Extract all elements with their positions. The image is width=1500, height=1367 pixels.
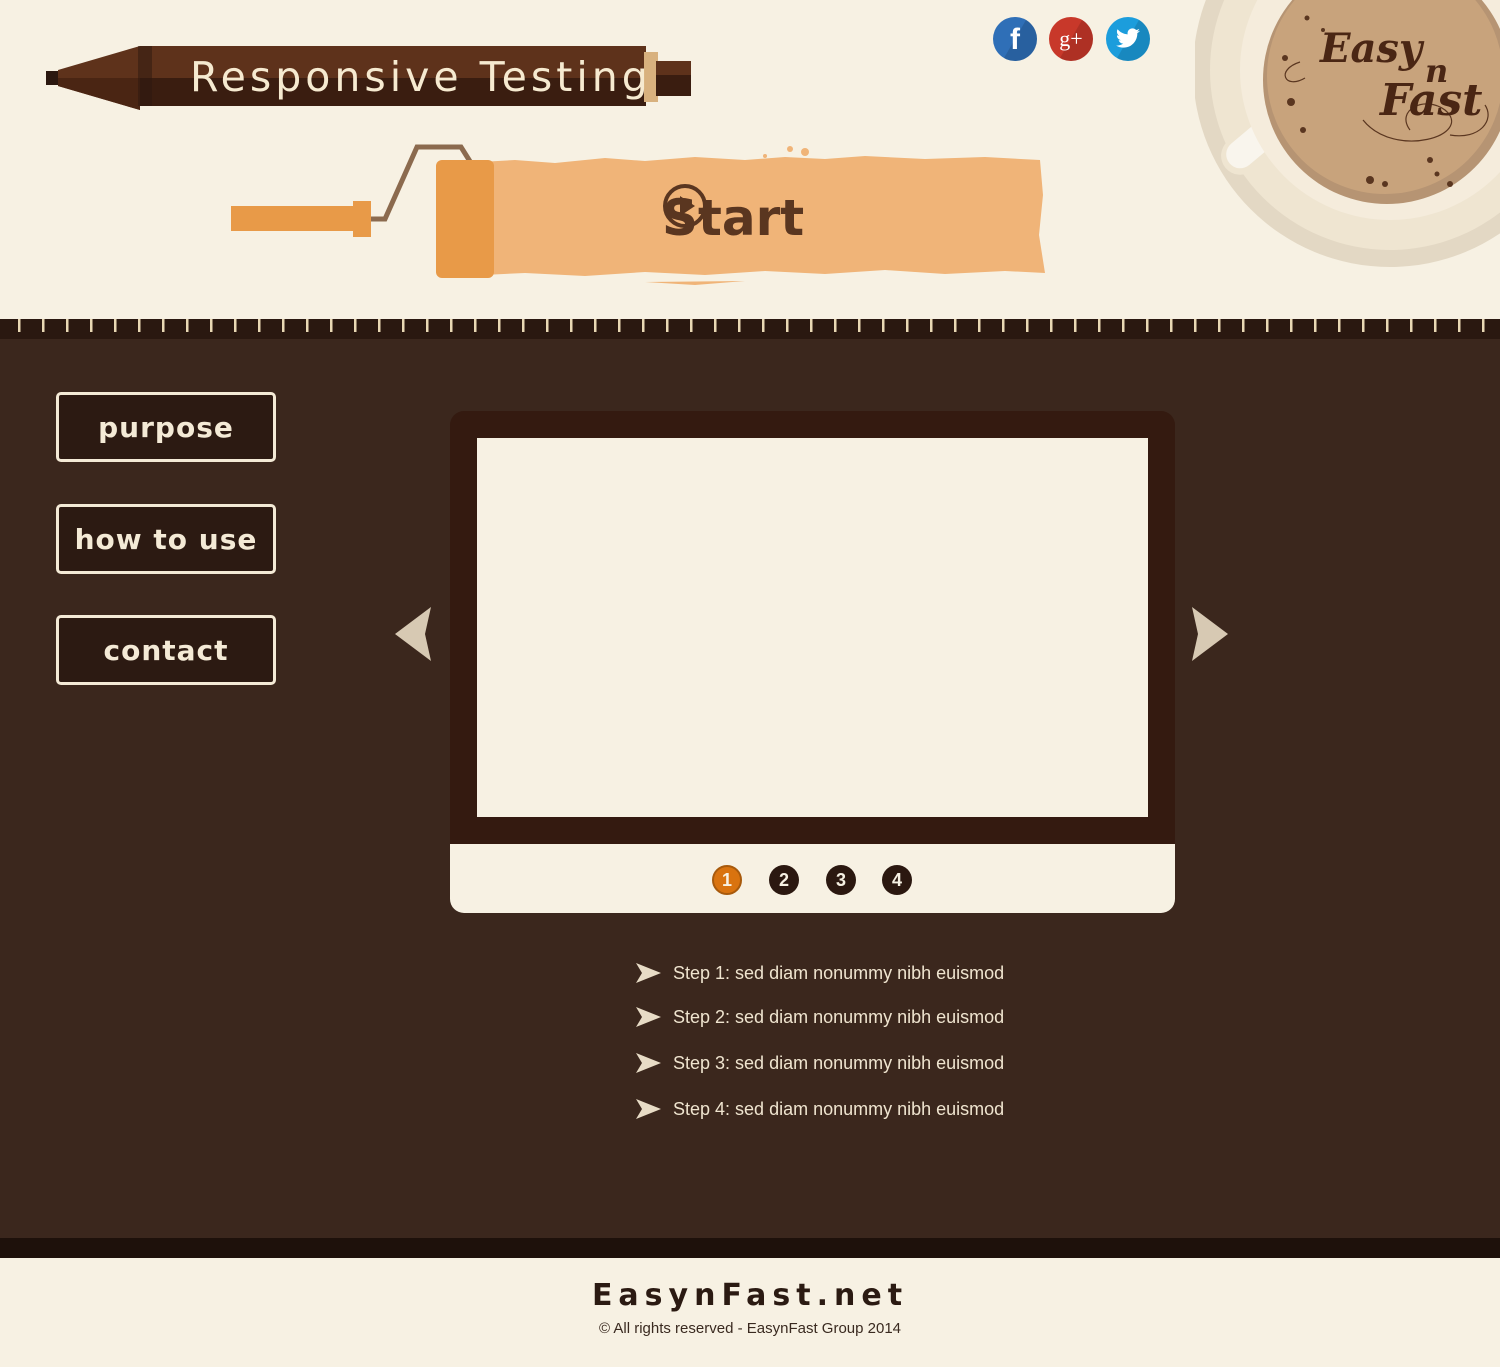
ruler-ticks (0, 319, 1500, 332)
facebook-icon: f (1010, 23, 1020, 56)
footer-site-name: EasynFast.net (591, 1278, 909, 1313)
slider-dot-1[interactable]: 1 (712, 865, 742, 895)
easynfast-logo: Easy n Fast (1195, 0, 1500, 280)
footer-divider (0, 1238, 1500, 1258)
step-text: Step 1: sed diam nonummy nibh euismod (673, 962, 1005, 983)
start-button[interactable]: Start (662, 183, 882, 253)
triangle-right-icon[interactable] (1190, 605, 1230, 663)
play-circle-icon (663, 184, 707, 228)
google-plus-icon: g+ (1059, 26, 1083, 51)
list-item: Step 2: sed diam nonummy nibh euismod (636, 1003, 1004, 1031)
list-item: Step 1: sed diam nonummy nibh euismod (636, 959, 1004, 987)
coffee-cup-icon: Easy n Fast (1195, 0, 1500, 267)
step-text: Step 3: sed diam nonummy nibh euismod (673, 1052, 1005, 1073)
page-title: Responsive Testing (190, 53, 652, 101)
nav-contact-button[interactable]: contact (56, 615, 276, 685)
google-plus-button[interactable]: g+ (1049, 17, 1093, 61)
arrow-bullet-icon (636, 1053, 661, 1073)
arrow-bullet-icon (636, 1099, 661, 1119)
slider-dot-3[interactable]: 3 (826, 865, 856, 895)
list-item: Step 3: sed diam nonummy nibh euismod (636, 1049, 1004, 1077)
nav-purpose-button[interactable]: purpose (56, 392, 276, 462)
ruler-divider (0, 319, 1500, 339)
footer-copyright: © All rights reserved - EasynFast Group … (598, 1320, 902, 1337)
header: Responsive Testing Start f g+ Easy n Fas… (0, 0, 1500, 320)
slider-pagination: 1 2 3 4 (450, 844, 1175, 913)
slider-dot-4[interactable]: 4 (882, 865, 912, 895)
facebook-button[interactable]: f (993, 17, 1037, 61)
nav-contact-label: contact (103, 633, 229, 667)
pen-title-banner: Responsive Testing (40, 40, 700, 120)
nav-purpose-label: purpose (98, 410, 234, 444)
list-item: Step 4: sed diam nonummy nibh euismod (636, 1095, 1004, 1123)
logo-word-fast: Fast (1378, 75, 1482, 126)
twitter-bird-icon (1115, 28, 1140, 48)
twitter-button[interactable] (1106, 17, 1150, 61)
paint-roller-graphic: Start (225, 135, 1055, 295)
social-links: f g+ (993, 17, 1153, 63)
main-content: purpose how to use contact 1 2 3 4 Step … (0, 339, 1500, 1239)
image-slider: 1 2 3 4 (450, 411, 1175, 913)
slider-dot-2[interactable]: 2 (769, 865, 799, 895)
footer: EasynFast.net © All rights reserved - Ea… (0, 1258, 1500, 1367)
nav-how-to-use-label: how to use (74, 522, 258, 556)
triangle-left-icon[interactable] (393, 605, 433, 663)
arrow-bullet-icon (636, 1007, 661, 1027)
step-text: Step 2: sed diam nonummy nibh euismod (673, 1006, 1005, 1027)
logo-word-easy: Easy (1319, 25, 1425, 72)
step-text: Step 4: sed diam nonummy nibh euismod (673, 1098, 1005, 1119)
slider-frame (450, 411, 1175, 844)
slide-display (477, 438, 1148, 817)
arrow-bullet-icon (636, 963, 661, 983)
nav-how-to-use-button[interactable]: how to use (56, 504, 276, 574)
